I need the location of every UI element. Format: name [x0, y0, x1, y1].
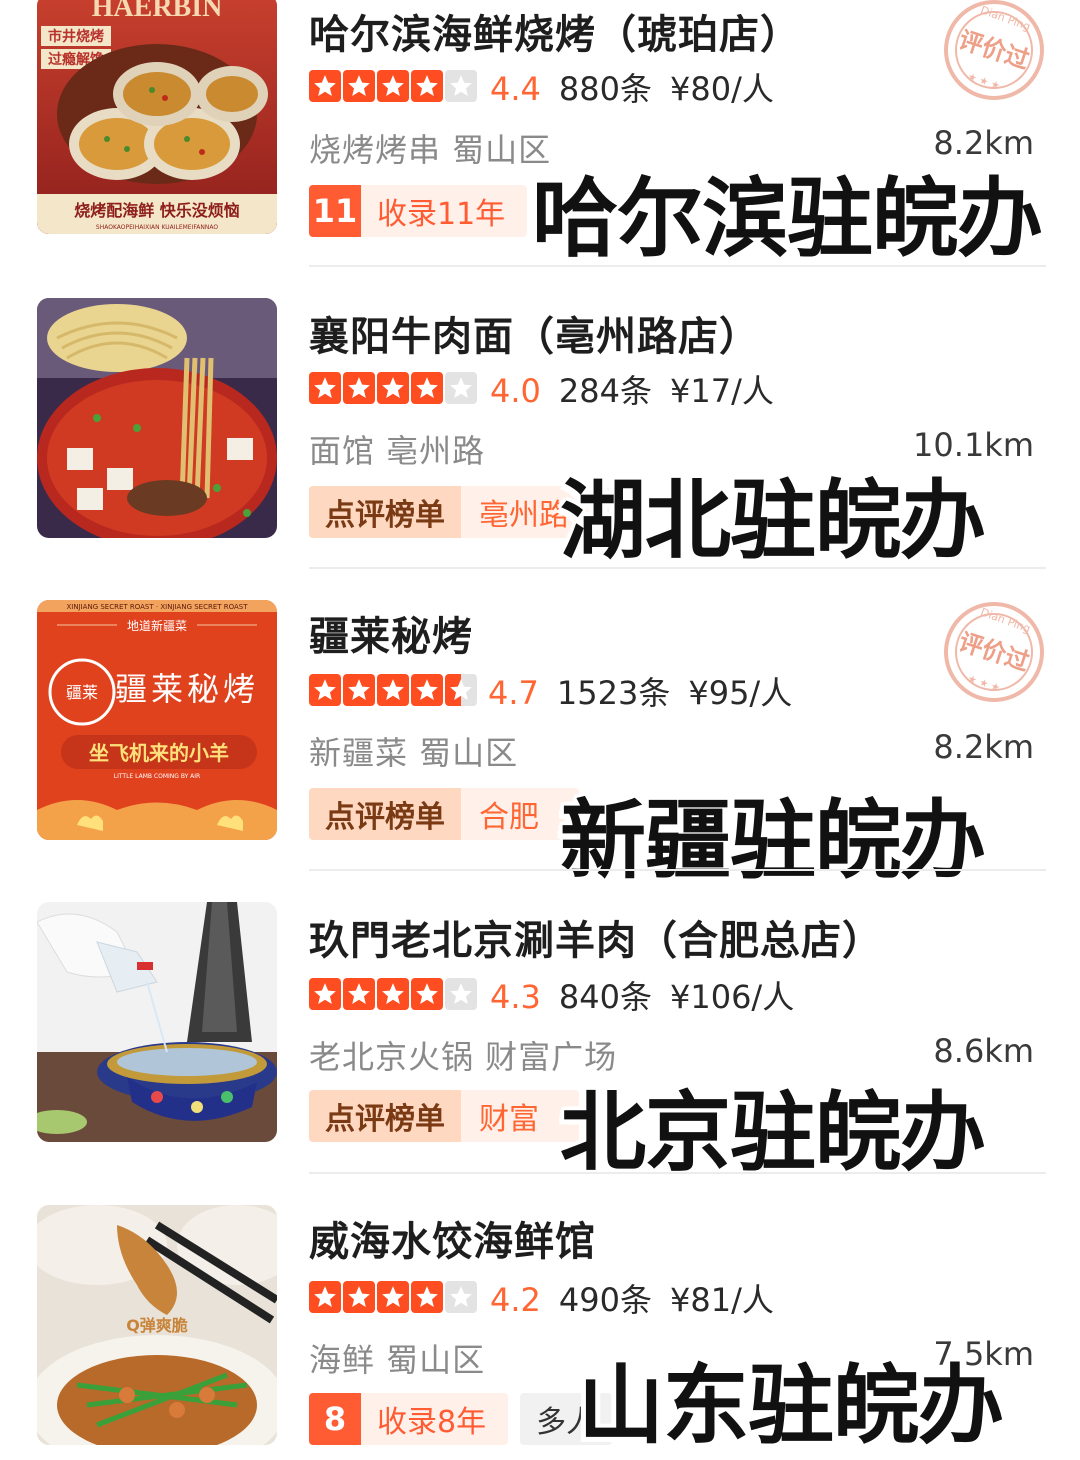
beef-noodle-photo	[37, 298, 277, 538]
category-location: 海鲜 蜀山区	[309, 1341, 486, 1379]
caption-overlay: 湖北驻皖办	[560, 471, 986, 571]
divider	[309, 265, 1046, 267]
review-count: 1523条	[556, 674, 671, 712]
restaurant-name[interactable]: 哈尔滨海鲜烧烤（琥珀店）	[309, 2, 801, 60]
svg-text:疆莱秘烤: 疆莱秘烤	[115, 670, 259, 708]
svg-text:HAERBIN: HAERBIN	[92, 0, 223, 23]
svg-text:Q弹爽脆: Q弹爽脆	[126, 1316, 188, 1335]
ranking-label: 点评榜单	[309, 486, 461, 538]
score: 4.2	[490, 1281, 541, 1319]
reviewed-stamp-icon: 评价过 Dian Ping ★ ★ ★	[944, 602, 1044, 702]
svg-text:地道新疆菜: 地道新疆菜	[127, 618, 187, 633]
rating-stars	[309, 70, 477, 102]
divider	[309, 567, 1046, 569]
rating-stars	[309, 674, 477, 706]
ranking-label: 点评榜单	[309, 788, 461, 840]
restaurant-photo[interactable]: HAERBIN 市井烧烤 过瘾解馋 烧烤配海鲜 快乐没烦恼 SHAOKAOPEI…	[37, 0, 277, 234]
restaurant-name[interactable]: 疆莱秘烤	[309, 604, 473, 662]
svg-text:★ ★ ★: ★ ★ ★	[966, 71, 1001, 92]
badge-text: 收录11年	[361, 185, 528, 237]
caption-overlay: 山东驻皖办	[578, 1356, 1004, 1456]
rating-meta: 4.7 1523条 ¥95/人	[488, 668, 792, 714]
svg-text:烧烤配海鲜 快乐没烦恼: 烧烤配海鲜 快乐没烦恼	[74, 201, 240, 220]
avg-price: ¥80/人	[669, 70, 774, 108]
review-count: 284条	[558, 372, 652, 410]
restaurant-card-2[interactable]: 襄阳牛肉面（亳州路店） 4.0 284条 ¥17/人 面馆 亳州路 10.1km 点…	[0, 298, 1080, 600]
rating-meta: 4.2 490条 ¥81/人	[490, 1275, 774, 1321]
restaurant-logo-photo: XINJIANG SECRET ROAST · XINJIANG SECRET …	[37, 600, 277, 840]
score: 4.3	[490, 978, 541, 1016]
seafood-photo: Q弹爽脆	[37, 1205, 277, 1445]
score: 4.4	[490, 70, 541, 108]
restaurant-name[interactable]: 襄阳牛肉面（亳州路店）	[309, 304, 760, 362]
hotpot-photo	[37, 902, 277, 1142]
avg-price: ¥17/人	[669, 372, 774, 410]
category-location: 面馆 亳州路	[309, 432, 486, 470]
rating-stars	[309, 978, 477, 1010]
restaurant-card-3[interactable]: XINJIANG SECRET ROAST · XINJIANG SECRET …	[0, 600, 1080, 902]
distance: 8.2km	[933, 728, 1034, 766]
badge-text: 收录8年	[361, 1393, 509, 1445]
avg-price: ¥95/人	[688, 674, 793, 712]
divider	[309, 869, 1046, 871]
caption-overlay: 新疆驻皖办	[560, 791, 986, 891]
reviewed-stamp-icon: 评价过 Dian Ping ★ ★ ★	[944, 0, 1044, 100]
svg-text:疆莱: 疆莱	[66, 683, 98, 702]
restaurant-card-5[interactable]: Q弹爽脆 威海水饺海鲜馆 4.2 490条 ¥81/人 海鲜 蜀山区 7.5km 8…	[0, 1205, 1080, 1456]
restaurant-card-4[interactable]: 玖門老北京涮羊肉（合肥总店） 4.3 840条 ¥106/人 老北京火锅 财富广场 …	[0, 902, 1080, 1204]
restaurant-photo[interactable]	[37, 902, 277, 1142]
listed-years-badge: 8 收录8年 多人	[309, 1393, 613, 1445]
review-count: 840条	[558, 978, 652, 1016]
svg-text:Dian Ping: Dian Ping	[979, 605, 1032, 635]
divider	[309, 1172, 1046, 1174]
badge-number: 11	[309, 185, 361, 237]
ranking-badge[interactable]: 点评榜单 财富	[309, 1090, 579, 1142]
avg-price: ¥106/人	[669, 978, 795, 1016]
listed-years-badge: 11 收录11年	[309, 185, 528, 237]
svg-text:XINJIANG SECRET ROAST · XINJIA: XINJIANG SECRET ROAST · XINJIANG SECRET …	[66, 603, 248, 611]
svg-text:评价过: 评价过	[955, 628, 1032, 677]
category-location: 烧烤烤串 蜀山区	[309, 131, 552, 169]
rating-meta: 4.3 840条 ¥106/人	[490, 972, 794, 1018]
caption-overlay: 哈尔滨驻皖办	[532, 169, 1043, 269]
category-location: 新疆菜 蜀山区	[309, 734, 519, 772]
restaurant-name[interactable]: 玖門老北京涮羊肉（合肥总店）	[309, 908, 883, 966]
review-count: 880条	[558, 70, 652, 108]
svg-text:SHAOKAOPEIHAIXIAN KUAILEMEIF: SHAOKAOPEIHAIXIAN KUAILEMEIFANNAO	[96, 224, 218, 231]
svg-text:Dian Ping: Dian Ping	[979, 3, 1032, 33]
svg-text:评价过: 评价过	[955, 26, 1032, 75]
svg-text:LITTLE LAMB COMING BY AIR: LITTLE LAMB COMING BY AIR	[114, 773, 200, 780]
svg-text:★ ★ ★: ★ ★ ★	[966, 673, 1001, 694]
restaurant-photo[interactable]: XINJIANG SECRET ROAST · XINJIANG SECRET …	[37, 600, 277, 840]
score: 4.7	[488, 674, 539, 712]
caption-overlay: 北京驻皖办	[560, 1083, 986, 1183]
rating-stars	[309, 1281, 477, 1313]
badge-number: 8	[309, 1393, 361, 1445]
bbq-oyster-photo: HAERBIN 市井烧烤 过瘾解馋 烧烤配海鲜 快乐没烦恼 SHAOKAOPEI…	[37, 0, 277, 234]
rating-meta: 4.0 284条 ¥17/人	[490, 366, 774, 412]
review-count: 490条	[558, 1281, 652, 1319]
restaurant-photo[interactable]: Q弹爽脆	[37, 1205, 277, 1445]
svg-text:市井烧烤: 市井烧烤	[48, 28, 104, 45]
restaurant-name[interactable]: 威海水饺海鲜馆	[309, 1209, 596, 1267]
svg-text:坐飞机来的小羊: 坐飞机来的小羊	[89, 741, 229, 765]
rating-stars	[309, 372, 477, 404]
score: 4.0	[490, 372, 541, 410]
avg-price: ¥81/人	[669, 1281, 774, 1319]
restaurant-card-1[interactable]: HAERBIN 市井烧烤 过瘾解馋 烧烤配海鲜 快乐没烦恼 SHAOKAOPEI…	[0, 0, 1080, 302]
rating-meta: 4.4 880条 ¥80/人	[490, 64, 774, 110]
ranking-label: 点评榜单	[309, 1090, 461, 1142]
restaurant-photo[interactable]	[37, 298, 277, 538]
ranking-badge[interactable]: 点评榜单 合肥	[309, 788, 579, 840]
